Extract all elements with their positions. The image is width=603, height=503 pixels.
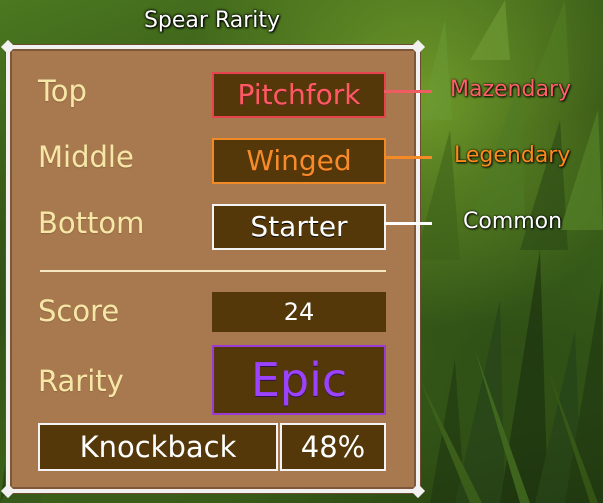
section-divider — [40, 270, 386, 272]
top-part-value: Pitchfork — [212, 72, 386, 118]
middle-part-label: Middle — [38, 140, 134, 174]
knockback-value: 48% — [280, 423, 386, 471]
top-rarity-tag: Mazendary — [450, 77, 571, 102]
bottom-rarity-connector — [384, 222, 432, 225]
score-label: Score — [38, 294, 120, 328]
rarity-value: Epic — [212, 345, 386, 415]
corner-decoration — [410, 39, 426, 55]
spear-rarity-panel: Top Pitchfork Middle Winged Bottom Start… — [0, 39, 426, 499]
window-title: Spear Rarity — [143, 8, 281, 33]
corner-decoration — [410, 483, 426, 499]
bottom-part-value: Starter — [212, 204, 386, 250]
corner-decoration — [0, 39, 16, 55]
rarity-label: Rarity — [38, 364, 124, 398]
middle-rarity-tag: Legendary — [454, 143, 571, 168]
score-value: 24 — [212, 292, 386, 332]
top-rarity-connector — [384, 90, 432, 93]
top-part-label: Top — [38, 74, 87, 108]
middle-part-value: Winged — [212, 138, 386, 184]
corner-decoration — [0, 483, 16, 499]
bottom-rarity-tag: Common — [463, 209, 563, 234]
bottom-part-label: Bottom — [38, 206, 145, 240]
knockback-label: Knockback — [38, 423, 278, 471]
middle-rarity-connector — [384, 156, 432, 159]
